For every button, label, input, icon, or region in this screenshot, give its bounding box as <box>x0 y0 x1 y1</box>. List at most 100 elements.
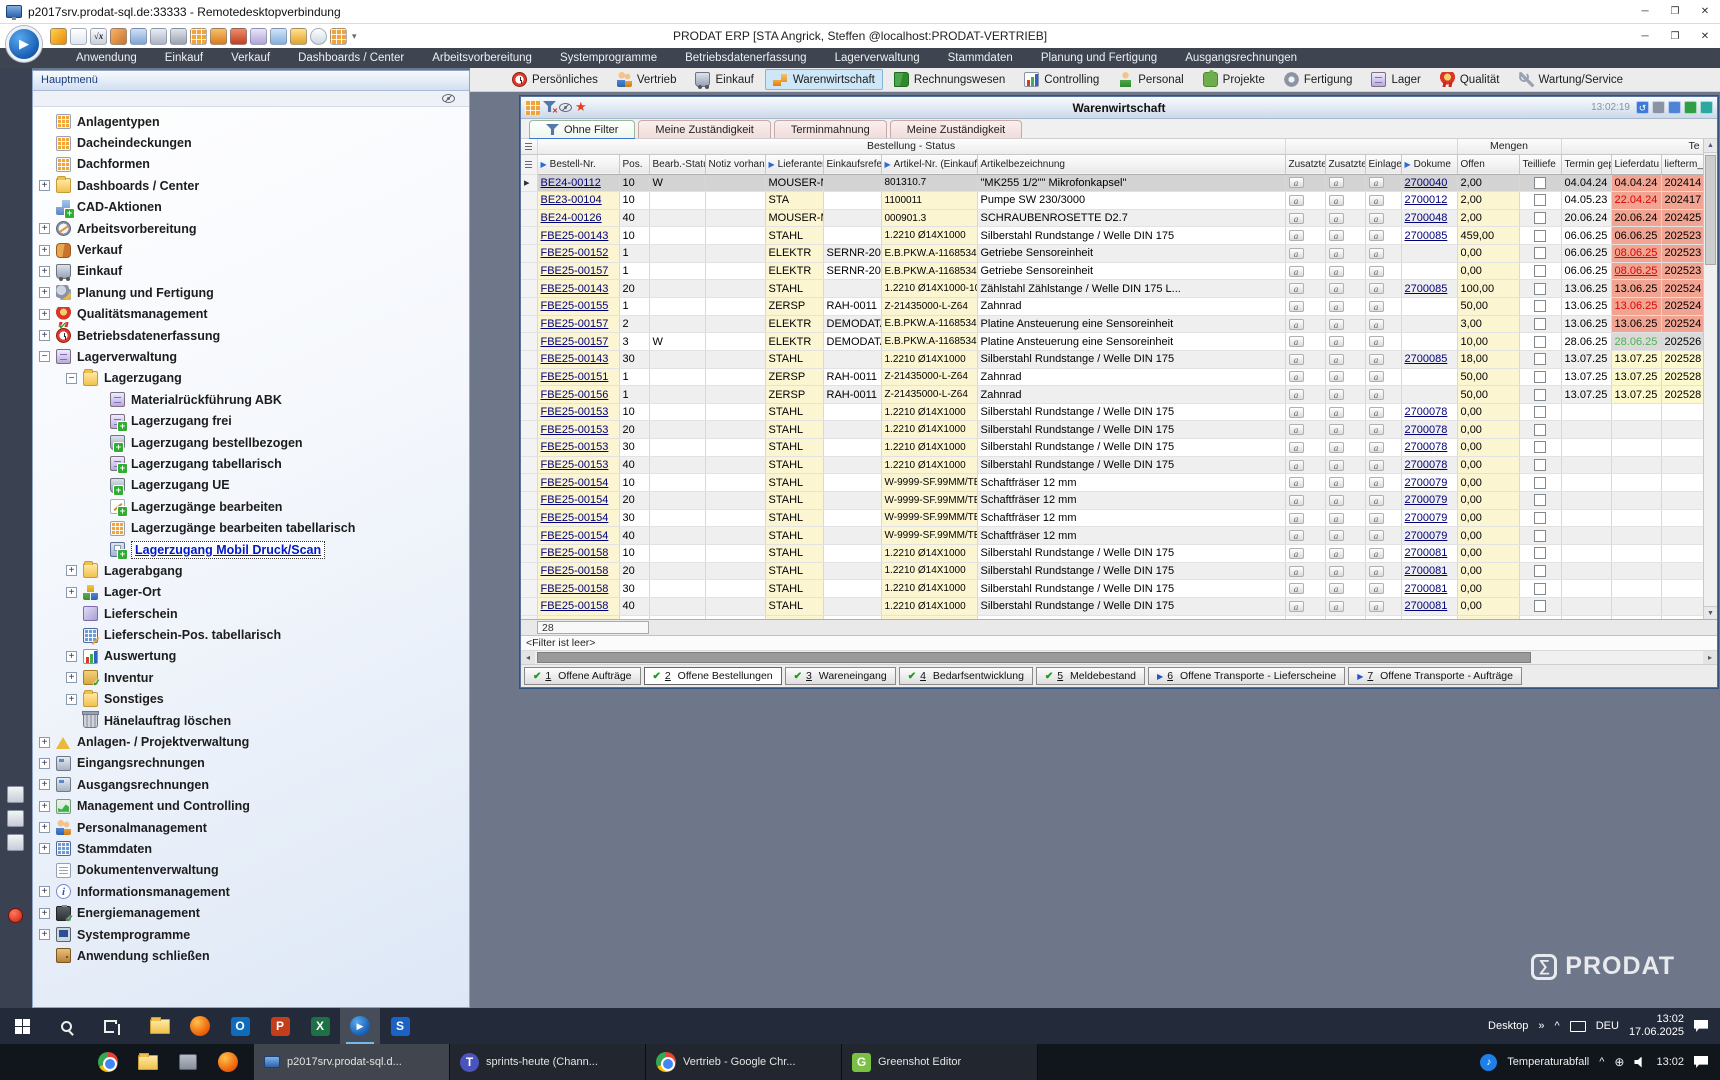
view-tab-wareneingang[interactable]: ✔3 Wareneingang <box>785 667 896 685</box>
row-select-indicator[interactable] <box>521 368 537 386</box>
text-note-button[interactable]: a <box>1369 248 1384 259</box>
menu-item-stammdaten[interactable]: Stammdaten <box>934 48 1027 68</box>
dock-icon-3[interactable] <box>7 834 24 851</box>
scroll-left-icon[interactable]: ◂ <box>521 651 535 664</box>
bestell-nr-link[interactable]: FBE25-00154 <box>541 512 609 524</box>
text-note-button[interactable]: a <box>1289 460 1304 471</box>
tree-item-betriebsdatenerfassung[interactable]: +Betriebsdatenerfassung <box>33 325 469 346</box>
dock-icon-2[interactable] <box>7 810 24 827</box>
text-note-button[interactable]: a <box>1369 319 1384 330</box>
horizontal-scrollbar[interactable]: ◂ ▸ <box>521 651 1717 665</box>
teillieferung-checkbox[interactable] <box>1534 477 1546 489</box>
text-note-button[interactable]: a <box>1369 601 1384 612</box>
table-row[interactable]: BE23-0010410STA1100011Pumpe SW 230/3000a… <box>521 192 1703 210</box>
column-header-zusatzte-8[interactable]: Zusatzte: <box>1285 154 1325 174</box>
tree-item-einkauf[interactable]: +Einkauf <box>33 261 469 282</box>
tree-item-energiemanagement[interactable]: +Energiemanagement <box>33 902 469 923</box>
person-help-icon[interactable] <box>130 28 147 45</box>
menu-item-planung-und-fertigung[interactable]: Planung und Fertigung <box>1027 48 1171 68</box>
table-row[interactable]: FBE25-0014320STAHL1.2210 Ø14X1000-1031Zä… <box>521 280 1703 298</box>
tab-fertigung[interactable]: Fertigung <box>1276 69 1361 90</box>
text-note-button[interactable]: a <box>1289 195 1304 206</box>
prodat-logo-icon[interactable]: ▶ <box>6 26 42 62</box>
row-select-indicator[interactable]: ▸ <box>521 174 537 192</box>
s-app-taskbar-button[interactable]: S <box>380 1008 420 1044</box>
text-note-button[interactable]: a <box>1369 495 1384 506</box>
row-select-indicator[interactable] <box>521 403 537 421</box>
window-button-p2017srv-prodat-sql-d[interactable]: p2017srv.prodat-sql.d... <box>254 1044 450 1080</box>
tree-item-qualitätsmanagement[interactable]: +Qualitätsmanagement <box>33 304 469 325</box>
table-row[interactable]: FBE25-0015340STAHL1.2210 Ø14X1000Silbers… <box>521 456 1703 474</box>
tree-item-lagerzugang-ue[interactable]: Lagerzugang UE <box>33 475 469 496</box>
text-note-button[interactable]: a <box>1289 601 1304 612</box>
row-select-indicator[interactable] <box>521 333 537 351</box>
bestell-nr-link[interactable]: FBE25-00158 <box>541 565 609 577</box>
row-select-indicator[interactable] <box>521 245 537 263</box>
grid-icon[interactable] <box>330 28 347 45</box>
app-maximize-button[interactable]: ❐ <box>1660 24 1690 48</box>
text-note-button[interactable]: a <box>1329 354 1344 365</box>
bestell-nr-link[interactable]: FBE25-00158 <box>541 583 609 595</box>
text-note-button[interactable]: a <box>1369 336 1384 347</box>
app-close-button[interactable]: ✕ <box>1690 24 1720 48</box>
tab-vertrieb[interactable]: Vertrieb <box>609 69 685 90</box>
prodat-taskbar-button[interactable]: ▶ <box>340 1008 380 1044</box>
doc-plus-icon[interactable] <box>70 28 87 45</box>
text-note-button[interactable]: a <box>1329 266 1344 277</box>
row-select-indicator[interactable] <box>521 192 537 210</box>
teillieferung-checkbox[interactable] <box>1534 424 1546 436</box>
tree-expander-icon[interactable]: + <box>39 245 50 256</box>
bestell-nr-link[interactable]: FBE25-00153 <box>541 406 609 418</box>
tree-item-cad-aktionen[interactable]: CAD-Aktionen <box>33 197 469 218</box>
column-header-lieferdatu-15[interactable]: Lieferdatu <box>1611 154 1661 174</box>
text-note-button[interactable]: a <box>1329 389 1344 400</box>
scroll-down-icon[interactable]: ▼ <box>1704 606 1717 620</box>
bestell-nr-link[interactable]: FBE25-00151 <box>541 371 609 383</box>
window-titlebar[interactable]: ★ Warenwirtschaft 13:02:19 ↺ <box>521 97 1717 119</box>
text-note-button[interactable]: a <box>1289 354 1304 365</box>
tree-item-informationsmanagement[interactable]: +Informationsmanagement <box>33 881 469 902</box>
media-speaker-icon[interactable]: ♪ <box>1480 1054 1497 1071</box>
teillieferung-checkbox[interactable] <box>1534 441 1546 453</box>
tree-item-planung-und-fertigung[interactable]: +Planung und Fertigung <box>33 282 469 303</box>
bestell-nr-link[interactable]: FBE25-00154 <box>541 494 609 506</box>
text-note-button[interactable]: a <box>1329 495 1344 506</box>
text-note-button[interactable]: a <box>1289 177 1304 188</box>
tree-expander-icon[interactable]: + <box>39 843 50 854</box>
dokument-link[interactable]: 2700081 <box>1405 600 1448 612</box>
column-header-pos-1[interactable]: Pos. <box>619 154 649 174</box>
text-note-button[interactable]: a <box>1369 283 1384 294</box>
horizontal-scrollbar-thumb[interactable] <box>537 652 1531 663</box>
text-note-button[interactable]: a <box>1329 583 1344 594</box>
text-note-button[interactable]: a <box>1369 566 1384 577</box>
row-select-indicator[interactable] <box>521 297 537 315</box>
teillieferung-checkbox[interactable] <box>1534 230 1546 242</box>
teillieferung-checkbox[interactable] <box>1534 318 1546 330</box>
text-note-button[interactable]: a <box>1329 407 1344 418</box>
tree-expander-icon[interactable]: − <box>39 351 50 362</box>
diamond-icon[interactable] <box>50 28 67 45</box>
text-note-button[interactable]: a <box>1329 460 1344 471</box>
table-row[interactable]: FBE25-0015830STAHL1.2210 Ø14X1000Silbers… <box>521 580 1703 598</box>
app-minimize-button[interactable]: ─ <box>1630 24 1660 48</box>
bestell-nr-link[interactable]: FBE25-00153 <box>541 424 609 436</box>
bestell-nr-link[interactable]: FBE25-00143 <box>541 353 609 365</box>
language-indicator[interactable]: DEU <box>1596 1020 1619 1032</box>
teillieferung-checkbox[interactable] <box>1534 177 1546 189</box>
tree-expander-icon[interactable]: + <box>66 651 77 662</box>
tree-expander-icon[interactable]: + <box>39 822 50 833</box>
tab-persönliches[interactable]: Persönliches <box>504 69 606 90</box>
window-layout-icon[interactable] <box>1668 101 1681 114</box>
tree-item-lagerzugang-tabellarisch[interactable]: Lagerzugang tabellarisch <box>33 453 469 474</box>
text-note-button[interactable]: a <box>1369 407 1384 418</box>
text-note-button[interactable]: a <box>1369 266 1384 277</box>
dokument-link[interactable]: 2700048 <box>1405 212 1448 224</box>
pin-window-icon[interactable] <box>1700 101 1713 114</box>
row-select-indicator[interactable] <box>521 439 537 457</box>
box-orange-icon[interactable] <box>210 28 227 45</box>
media-title[interactable]: Temperaturabfall <box>1507 1056 1589 1068</box>
tree-expander-icon[interactable]: + <box>39 309 50 320</box>
dokument-link[interactable]: 2700078 <box>1405 441 1448 453</box>
tree-expander-icon[interactable]: + <box>39 886 50 897</box>
column-header-notiz-vorhanden-3[interactable]: Notiz vorhanden <box>705 154 765 174</box>
